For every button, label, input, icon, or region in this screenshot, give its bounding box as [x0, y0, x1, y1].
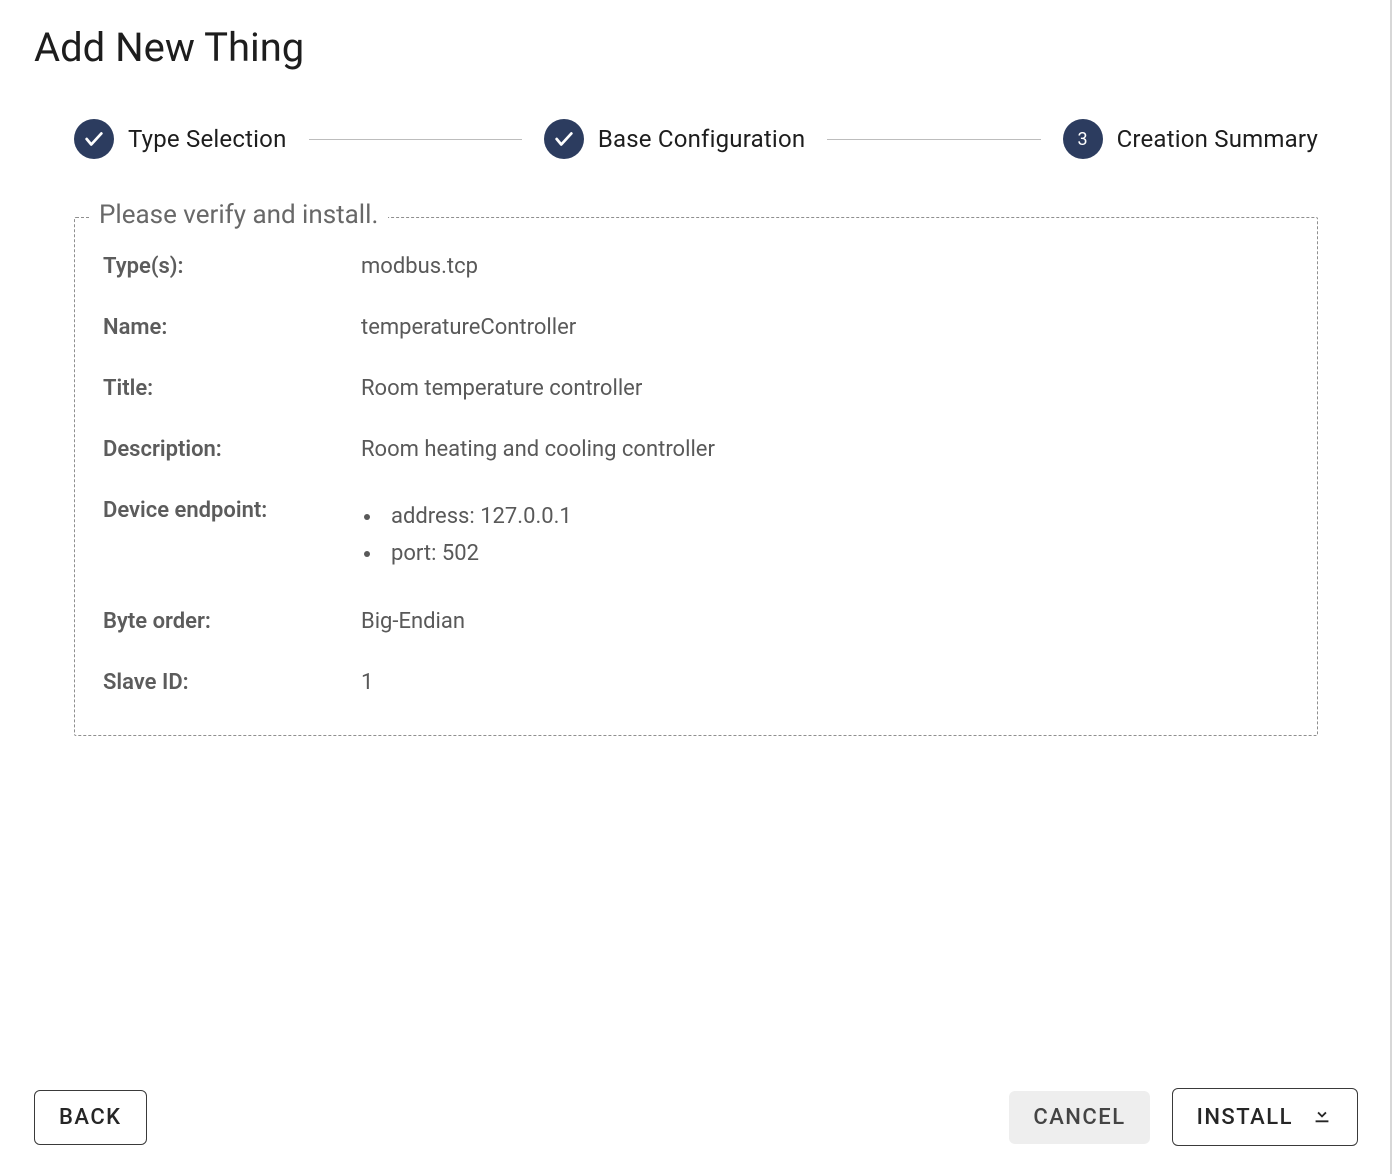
step-label: Base Configuration	[598, 125, 805, 153]
label-description: Description:	[103, 437, 353, 462]
footer: BACK CANCEL INSTALL	[34, 1088, 1358, 1174]
label-title: Title:	[103, 376, 353, 401]
label-slave-id: Slave ID:	[103, 670, 353, 695]
step-base-configuration[interactable]: Base Configuration	[544, 119, 805, 159]
step-divider	[827, 139, 1040, 140]
download-icon	[1311, 1103, 1333, 1131]
value-description: Room heating and cooling controller	[361, 437, 1289, 462]
label-endpoint: Device endpoint:	[103, 498, 353, 523]
endpoint-port: port: 502	[383, 535, 1289, 572]
check-icon	[74, 119, 114, 159]
page-title: Add New Thing	[34, 24, 1358, 71]
check-icon	[544, 119, 584, 159]
label-name: Name:	[103, 315, 353, 340]
step-label: Creation Summary	[1117, 125, 1318, 153]
value-slave-id: 1	[361, 670, 1289, 695]
endpoint-address: address: 127.0.0.1	[383, 498, 1289, 535]
step-divider	[309, 139, 522, 140]
summary-panel: Please verify and install. Type(s): modb…	[74, 217, 1318, 736]
back-button[interactable]: BACK	[34, 1090, 147, 1145]
install-button[interactable]: INSTALL	[1172, 1088, 1358, 1146]
panel-legend: Please verify and install.	[89, 200, 388, 230]
step-creation-summary[interactable]: 3 Creation Summary	[1063, 119, 1318, 159]
label-types: Type(s):	[103, 254, 353, 279]
value-name: temperatureController	[361, 315, 1289, 340]
stepper: Type Selection Base Configuration 3 Crea…	[34, 119, 1358, 159]
value-types: modbus.tcp	[361, 254, 1289, 279]
install-button-label: INSTALL	[1197, 1105, 1293, 1130]
step-type-selection[interactable]: Type Selection	[74, 119, 287, 159]
value-title: Room temperature controller	[361, 376, 1289, 401]
value-endpoint: address: 127.0.0.1 port: 502	[361, 498, 1289, 573]
value-byte-order: Big-Endian	[361, 609, 1289, 634]
cancel-button[interactable]: CANCEL	[1009, 1091, 1149, 1144]
step-number-icon: 3	[1063, 119, 1103, 159]
label-byte-order: Byte order:	[103, 609, 353, 634]
step-label: Type Selection	[128, 125, 287, 153]
